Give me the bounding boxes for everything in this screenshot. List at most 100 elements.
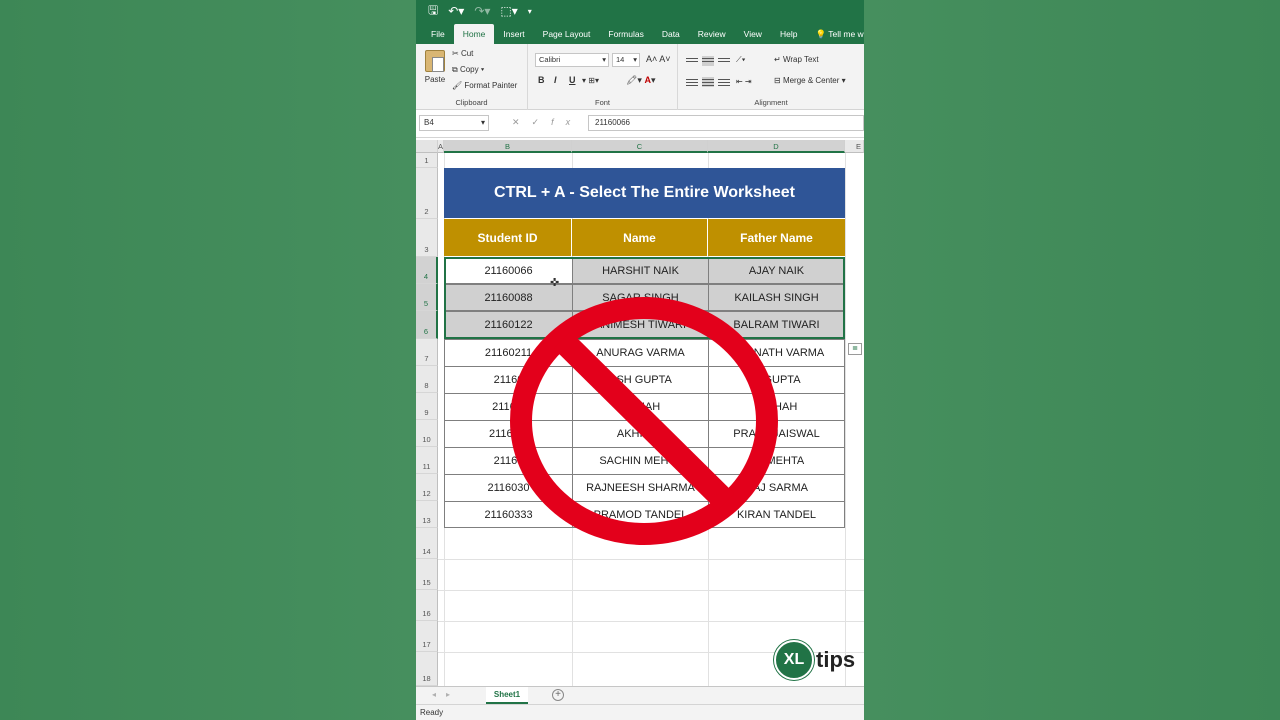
tab-help[interactable]: Help	[771, 24, 806, 44]
tab-data[interactable]: Data	[653, 24, 689, 44]
sheet-nav-arrows[interactable]: ◂▸	[432, 690, 460, 699]
add-sheet-icon[interactable]: +	[552, 689, 564, 701]
customize-qat-icon[interactable]: ▾	[528, 7, 532, 16]
table-cell[interactable]: ANIMESH TIWARI	[572, 311, 709, 339]
font-size-select[interactable]: 14 ▾	[612, 53, 640, 67]
row-header-18[interactable]: 18	[416, 652, 438, 686]
table-cell[interactable]: RAJNEESH SHARMA	[572, 474, 709, 502]
table-cell[interactable]: AKHIL JA	[572, 420, 709, 448]
wrap-text-button[interactable]: ↵ Wrap Text	[774, 55, 819, 64]
worksheet-grid[interactable]: A B C D E 1 2 3 4 5 6 7 8 9 10 11 12 13 …	[416, 140, 864, 686]
column-header-d[interactable]: D	[708, 140, 845, 153]
row-header-14[interactable]: 14	[416, 528, 438, 559]
table-cell[interactable]: 21160	[444, 366, 573, 394]
save-icon[interactable]: 🖫	[428, 1, 438, 22]
header-father-name[interactable]: Father Name	[708, 219, 845, 256]
row-header-2[interactable]: 2	[416, 168, 438, 219]
name-box[interactable]: B4 ▾	[419, 115, 489, 131]
fill-color-icon[interactable]: 🖍▾ A▾	[626, 75, 655, 86]
tab-formulas[interactable]: Formulas	[599, 24, 652, 44]
table-cell[interactable]: 21160122	[444, 311, 573, 339]
row-header-5[interactable]: 5	[416, 284, 438, 311]
row-header-4[interactable]: 4	[416, 257, 438, 284]
align-center-icon[interactable]	[702, 77, 714, 87]
quick-analysis-icon[interactable]: ≣	[848, 343, 862, 355]
table-cell[interactable]: RAJ SARMA	[708, 474, 845, 502]
row-header-9[interactable]: 9	[416, 393, 438, 420]
table-cell[interactable]: R GUPTA	[708, 366, 845, 394]
tab-page-layout[interactable]: Page Layout	[534, 24, 600, 44]
tab-view[interactable]: View	[735, 24, 771, 44]
table-cell[interactable]: ASH GUPTA	[572, 366, 709, 394]
enter-icon[interactable]: ✓	[532, 117, 552, 127]
align-top-icon[interactable]	[686, 56, 698, 66]
row-header-16[interactable]: 16	[416, 590, 438, 621]
touch-mode-icon[interactable]: ⬚▾	[500, 4, 517, 18]
sheet-tab-sheet1[interactable]: Sheet1	[486, 687, 528, 704]
table-cell[interactable]: 2116 7	[444, 393, 573, 421]
cut-button[interactable]: ✂ Cut	[452, 49, 473, 58]
row-header-15[interactable]: 15	[416, 559, 438, 590]
table-cell[interactable]: ANURAG VARMA	[572, 339, 709, 367]
align-right-icon[interactable]	[718, 77, 730, 87]
select-all-corner[interactable]	[416, 140, 438, 153]
tell-me-search[interactable]: 💡 Tell me w	[806, 24, 864, 44]
row-header-10[interactable]: 10	[416, 420, 438, 447]
merge-center-button[interactable]: ⊟ Merge & Center ▾	[774, 76, 846, 85]
font-color-icon[interactable]: A	[644, 75, 651, 85]
table-cell[interactable]: AT HAH	[572, 393, 709, 421]
row-header-12[interactable]: 12	[416, 474, 438, 501]
table-cell[interactable]: BALRAM TIWARI	[708, 311, 845, 339]
header-student-id[interactable]: Student ID	[444, 219, 572, 256]
grow-font-icon[interactable]: A˄ A˅	[646, 54, 671, 64]
orientation-icon[interactable]: ⟋▾	[736, 55, 746, 65]
column-header-b[interactable]: B	[444, 140, 572, 153]
copy-button[interactable]: ⧉ Copy ▾	[452, 65, 484, 75]
column-header-c[interactable]: C	[572, 140, 708, 153]
table-cell[interactable]: AN HAH	[708, 393, 845, 421]
table-cell[interactable]: PRAKA JAISWAL	[708, 420, 845, 448]
underline-button[interactable]: U	[569, 75, 576, 85]
paste-button[interactable]: Paste	[422, 50, 448, 84]
table-cell[interactable]: HARSHIT NAIK	[572, 257, 709, 284]
tab-file[interactable]: File	[422, 24, 454, 44]
formula-input[interactable]: 21160066	[588, 115, 864, 131]
row-header-11[interactable]: 11	[416, 447, 438, 474]
italic-button[interactable]: I	[554, 75, 557, 85]
align-middle-icon[interactable]	[702, 56, 714, 66]
row-header-17[interactable]: 17	[416, 621, 438, 652]
sheet-title[interactable]: CTRL + A - Select The Entire Worksheet	[444, 168, 845, 218]
tab-review[interactable]: Review	[689, 24, 735, 44]
bold-button[interactable]: B	[538, 75, 545, 85]
row-header-13[interactable]: 13	[416, 501, 438, 528]
table-cell[interactable]: 21160211	[444, 339, 573, 367]
table-cell[interactable]: 21160	[444, 447, 573, 475]
cancel-icon[interactable]: ✕	[512, 117, 532, 127]
tab-insert[interactable]: Insert	[494, 24, 533, 44]
table-cell[interactable]: SOMNATH VARMA	[708, 339, 845, 367]
align-left-icon[interactable]	[686, 77, 698, 87]
format-painter-button[interactable]: 🖌 Format Painter	[452, 81, 517, 90]
table-cell[interactable]: PRAMOD TANDEL	[572, 501, 709, 528]
table-cell[interactable]: SACHIN MEHTA	[572, 447, 709, 475]
table-cell[interactable]: 2116030	[444, 474, 573, 502]
table-cell[interactable]: RA MEHTA	[708, 447, 845, 475]
table-cell[interactable]: SAGAR SINGH	[572, 284, 709, 311]
row-header-1[interactable]: 1	[416, 153, 438, 168]
table-cell[interactable]: 21160333	[444, 501, 573, 528]
column-header-e[interactable]: E	[845, 140, 864, 153]
borders-icon[interactable]: ▾ ⊞▾	[582, 76, 599, 85]
tab-home[interactable]: Home	[453, 24, 495, 44]
row-header-6[interactable]: 6	[416, 311, 438, 339]
table-cell[interactable]: AJAY NAIK	[708, 257, 845, 284]
indent-icon[interactable]: ⇤ ⇥	[736, 77, 752, 86]
font-name-select[interactable]: Calibri ▾	[535, 53, 609, 67]
insert-function-icon[interactable]: fx	[551, 117, 582, 127]
undo-icon[interactable]: ↶▾	[448, 4, 464, 18]
row-header-7[interactable]: 7	[416, 339, 438, 366]
align-bottom-icon[interactable]	[718, 56, 730, 66]
redo-icon[interactable]: ↷▾	[474, 4, 490, 18]
row-header-8[interactable]: 8	[416, 366, 438, 393]
table-cell[interactable]: KAILASH SINGH	[708, 284, 845, 311]
table-cell[interactable]: 2116 36	[444, 420, 573, 448]
